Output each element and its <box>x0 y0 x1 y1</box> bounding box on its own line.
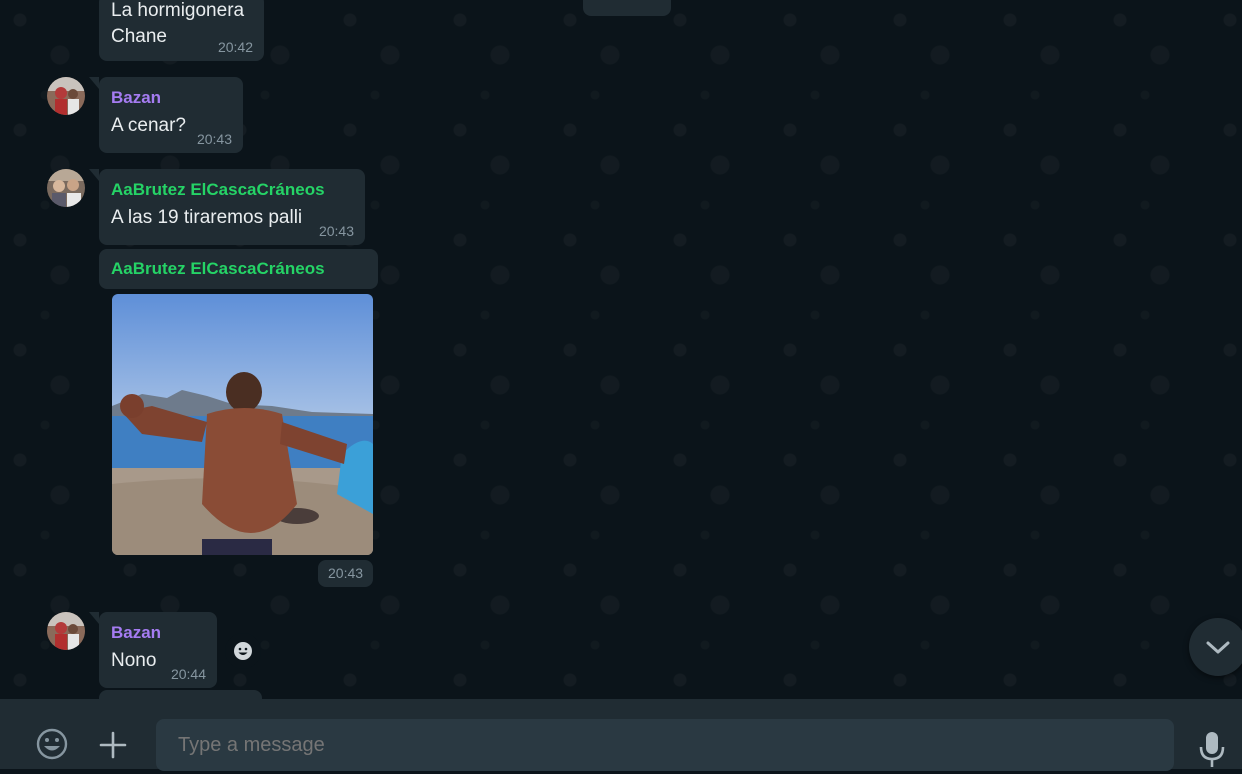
message-bubble[interactable]: Bazan Nono 20:44 <box>99 612 217 688</box>
avatar[interactable] <box>47 169 85 207</box>
image-time-badge: 20:43 <box>318 560 373 587</box>
image-message-bubble[interactable]: AaBrutez ElCascaCráneos <box>99 249 378 289</box>
message-bubble[interactable]: Bazan A cenar? 20:43 <box>99 77 243 153</box>
chat-panel: La hormigonera Chane 20:42 Bazan A cenar… <box>0 0 1242 699</box>
bubble-tail <box>89 612 99 624</box>
sender-name[interactable]: Bazan <box>111 87 231 109</box>
message-bubble[interactable]: La hormigonera Chane 20:42 <box>99 0 264 61</box>
partial-bubble <box>583 0 671 16</box>
message-time: 20:43 <box>328 565 364 581</box>
chevron-down-icon <box>1206 641 1230 654</box>
message-image[interactable] <box>112 294 373 555</box>
smiley-react-icon[interactable] <box>225 633 261 669</box>
message-text: La hormigonera <box>111 0 245 21</box>
avatar[interactable] <box>47 77 85 115</box>
message-time: 20:42 <box>217 39 253 55</box>
sender-name[interactable]: AaBrutez ElCascaCráneos <box>111 179 353 201</box>
message-text: A las 19 tiraremos palli <box>111 207 303 228</box>
composer-bar <box>0 699 1242 771</box>
plus-icon[interactable] <box>98 730 128 760</box>
message-time: 20:43 <box>196 131 232 147</box>
microphone-icon[interactable] <box>1196 729 1228 769</box>
partial-bubble <box>99 690 262 699</box>
message-input[interactable] <box>156 719 1174 771</box>
message-bubble[interactable]: AaBrutez ElCascaCráneos A las 19 tirarem… <box>99 169 365 245</box>
avatar[interactable] <box>47 612 85 650</box>
emoji-icon[interactable] <box>35 727 69 761</box>
sender-name[interactable]: Bazan <box>111 622 205 644</box>
message-time: 20:43 <box>318 223 354 239</box>
sender-name[interactable]: AaBrutez ElCascaCráneos <box>111 258 366 280</box>
message-time: 20:44 <box>170 666 206 682</box>
bubble-tail <box>89 77 99 89</box>
bubble-tail <box>89 169 99 181</box>
scroll-to-bottom-button[interactable] <box>1189 618 1242 676</box>
